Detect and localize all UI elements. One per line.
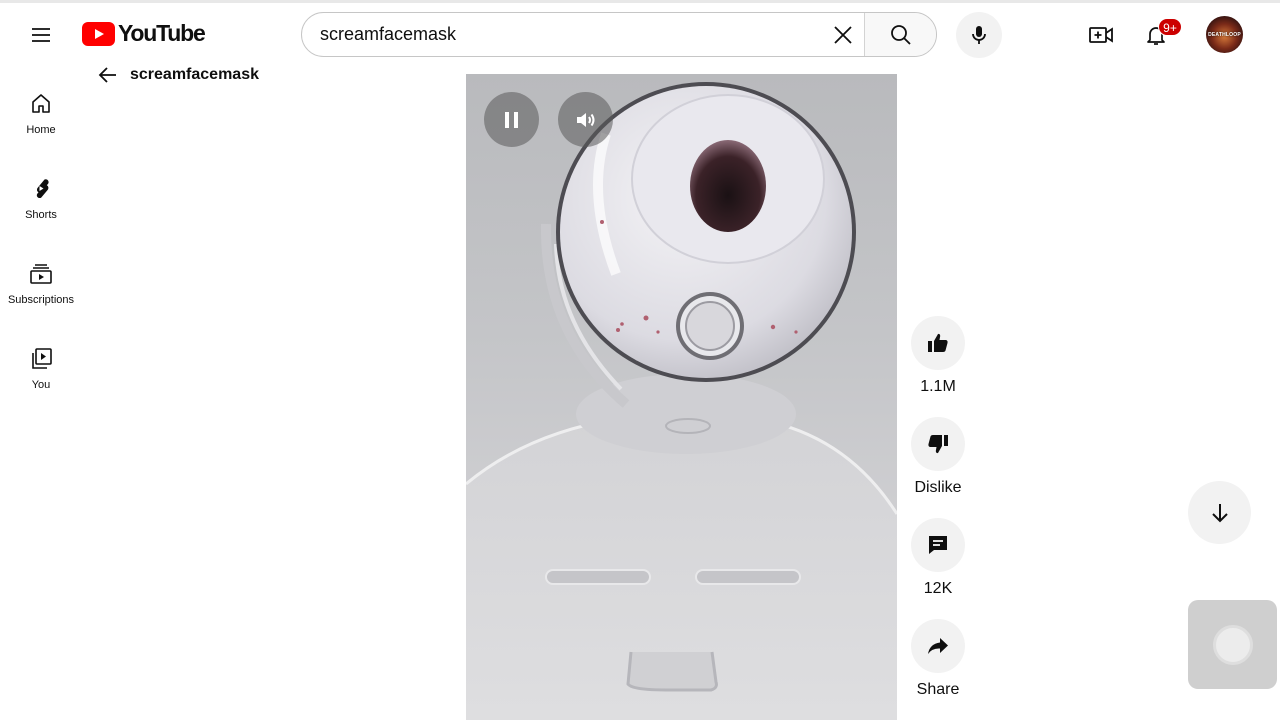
comment-count: 12K [923,580,953,597]
youtube-play-icon [82,21,115,46]
assistive-touch-icon [1212,624,1253,665]
sidebar-item-subscriptions[interactable]: Subscriptions [0,262,82,306]
share-icon [928,638,948,654]
microphone-icon [972,26,986,44]
sidebar-item-label: Shorts [25,209,57,221]
dislike-button[interactable] [911,417,965,471]
home-icon [29,92,53,116]
dislike-label: Dislike [914,479,962,496]
menu-button[interactable] [22,16,60,54]
dislike-action: Dislike [911,417,965,497]
browser-top-strip [0,0,1280,3]
logo-wordmark: YouTube [118,20,206,46]
search-button[interactable] [864,13,936,56]
voice-search-button[interactable] [956,12,1002,58]
hamburger-icon [32,28,50,42]
pause-icon [504,111,518,128]
shorts-video-player[interactable] [466,74,897,720]
search-box [301,12,937,57]
clear-search-button[interactable] [822,13,864,56]
like-button[interactable] [911,316,965,370]
shorts-icon [29,177,53,201]
share-button[interactable] [911,619,965,673]
notification-count-badge: 9+ [1158,18,1182,36]
subscriptions-icon [29,262,53,286]
create-button[interactable] [1082,16,1120,54]
thumbs-up-icon [928,333,948,352]
like-action: 1.1M [911,316,965,396]
close-icon [834,25,852,44]
video-frame [466,82,897,720]
sidebar-item-label: Subscriptions [7,294,75,306]
share-action: Share [911,619,965,699]
sidebar-item-label: Home [26,124,56,136]
search-input[interactable] [302,13,822,56]
you-icon [29,347,53,371]
next-video-button[interactable] [1188,481,1251,544]
thumbs-down-icon [928,435,948,454]
volume-icon [576,112,594,127]
comments-button[interactable] [911,518,965,572]
pause-button[interactable] [484,92,539,147]
search-query-title: screamfacemask [130,66,259,83]
youtube-logo[interactable]: YouTube [82,20,206,47]
avatar[interactable]: DEATHLOOP [1206,16,1243,53]
avatar-label: DEATHLOOP [1208,31,1241,38]
video-add-icon [1089,27,1113,43]
sidebar-item-home[interactable]: Home [0,92,82,136]
like-count: 1.1M [920,378,956,395]
arrow-left-icon [98,67,116,83]
share-label: Share [916,681,960,698]
search-icon [890,24,911,45]
comments-action: 12K [911,518,965,598]
volume-button[interactable] [558,92,613,147]
sidebar-item-you[interactable]: You [0,347,82,391]
sidebar-item-shorts[interactable]: Shorts [0,177,82,221]
floating-assistive-button[interactable] [1188,600,1277,689]
back-to-search-button[interactable]: screamfacemask [96,62,259,88]
arrow-down-icon [1211,503,1228,522]
comment-icon [929,536,947,554]
sidebar-item-label: You [31,379,51,391]
